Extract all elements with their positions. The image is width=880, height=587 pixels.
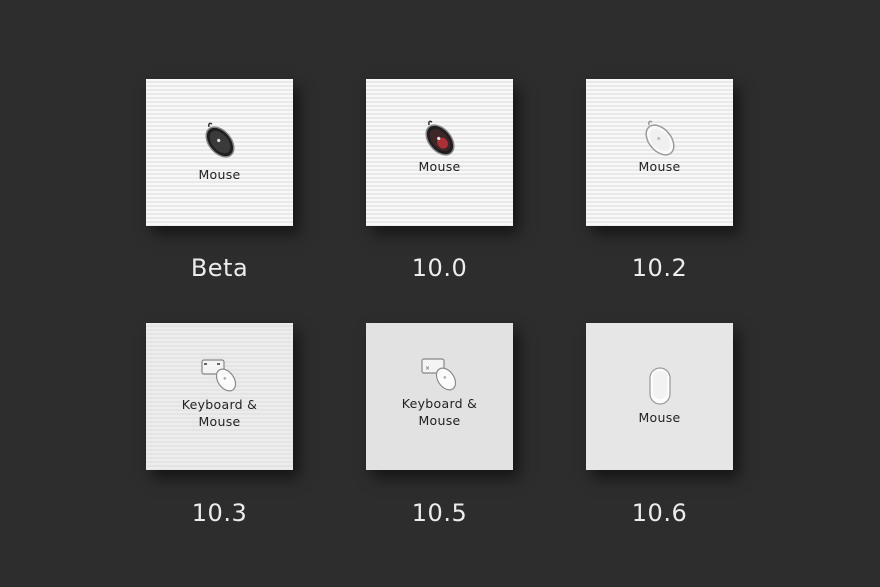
version-caption: 10.6	[631, 499, 688, 527]
tile-label: Mouse	[418, 159, 461, 174]
tile-10-0: Mouse	[366, 79, 513, 226]
tile-label: Mouse	[198, 167, 241, 182]
tile-label-line2: Mouse	[198, 413, 241, 429]
svg-text:×: ×	[425, 365, 430, 372]
version-caption: 10.2	[631, 254, 688, 282]
version-caption: 10.3	[191, 499, 248, 527]
tile-label: Mouse	[638, 159, 681, 174]
keyboard-mouse-icon: ×	[420, 357, 456, 390]
version-caption: 10.0	[411, 254, 468, 282]
version-caption: Beta	[190, 254, 249, 282]
keyboard-mouse-icon	[200, 358, 236, 391]
tile-10-5: × Keyboard & Mouse	[366, 323, 513, 470]
white-mouse-icon	[644, 120, 675, 156]
tile-label-line1: Keyboard &	[401, 395, 478, 411]
tile-10-2: Mouse	[586, 79, 733, 226]
tile-label-line2: Mouse	[418, 412, 461, 428]
magic-mouse-icon	[648, 367, 671, 405]
tile-10-6: Mouse	[586, 323, 733, 470]
dark-mouse-icon	[204, 122, 235, 158]
tile-label-line1: Keyboard &	[181, 396, 258, 412]
tile-beta: Mouse	[146, 79, 293, 226]
tile-10-3: Keyboard & Mouse	[146, 323, 293, 470]
tile-label: Mouse	[638, 410, 681, 425]
dark-red-mouse-icon	[424, 120, 455, 156]
version-caption: 10.5	[411, 499, 468, 527]
